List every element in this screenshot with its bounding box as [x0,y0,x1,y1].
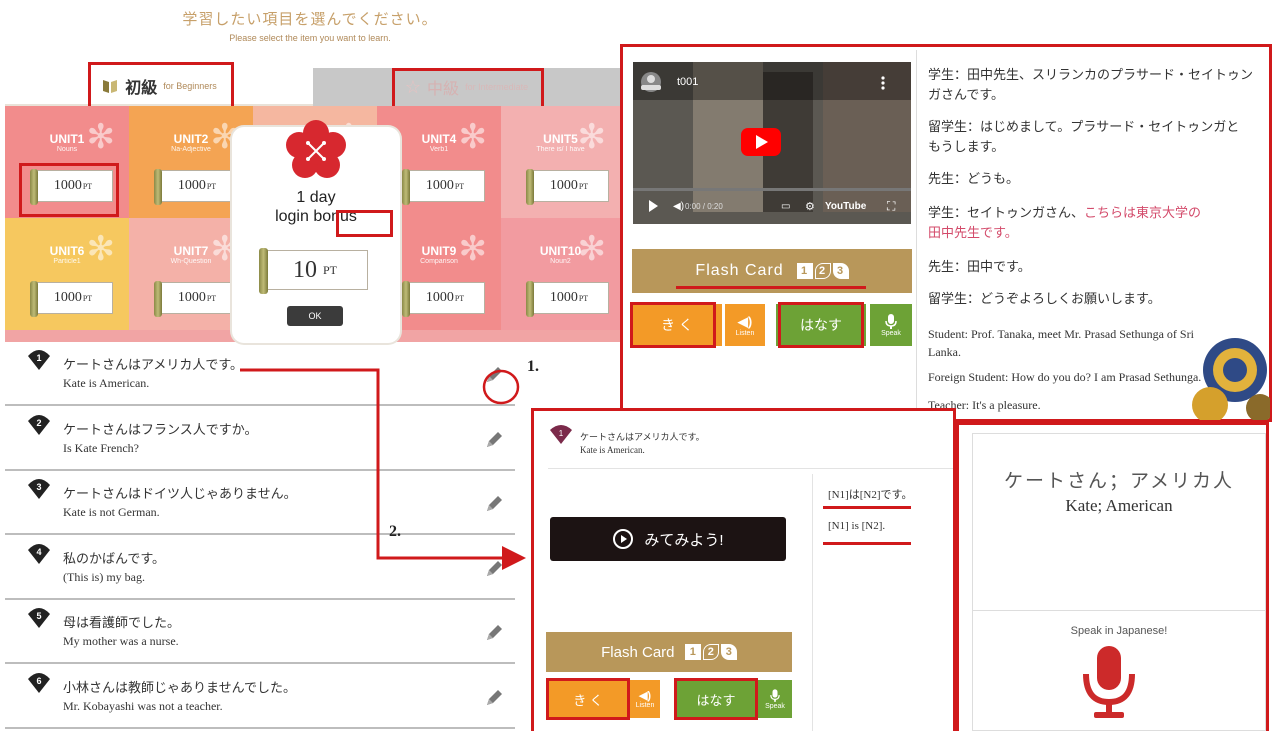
microphone-icon [885,313,897,329]
video-time: 0:00 / 0:20 [685,202,723,211]
dialog-line-jp: ガさんです。 [928,86,1004,104]
flashcard-button-small[interactable]: Flash Card 1 2 3 [546,632,792,672]
dialog-text: ガさんです。 [928,87,1005,102]
fullscreen-icon[interactable]: ⛶ [887,199,895,214]
lesson-sentence-jp: ケートさんはアメリカ人です。 [580,432,705,442]
lesson-sentence-en: Kate is American. [580,445,645,455]
dialog-text: 学生：田中先生、スリランカのプラサード・セイトゥン [928,67,1254,82]
volume-icon[interactable]: ◀︎) [673,201,684,212]
lesson-divider [548,468,953,469]
listen-button[interactable]: ◀︎) Listen [725,304,765,346]
dialog-line-jp: 学生：セイトゥンガさん、こちらは東京大学の [928,204,1201,222]
speaker-icon-small: ◀︎) [638,690,652,702]
dialog-text: 先生：どうも。 [928,171,1020,186]
flashcard-small-num-1: 1 [684,644,701,660]
grammar-pattern-jp: [N1]は[N2]です。 [828,489,913,501]
speak-label: Speak [881,329,901,337]
dialog-line-en: Foreign Student: How do you do? I am Pra… [928,370,1202,384]
flashcard-num-2: 2 [814,263,831,279]
dialog-line-jp: 留学生：はじめまして。プラサード・セイトゥンガと [928,118,1239,136]
listen-label: Listen [735,329,755,337]
dialog-line-en: Lanka. [928,345,961,359]
dialog-text: もうします。 [928,139,1005,154]
gear-icon[interactable]: ⚙ [805,200,815,213]
captions-icon[interactable]: ▭ [781,201,790,212]
dialog-text: 留学生：はじめまして。プラサード・セイトゥンガと [928,119,1240,134]
underline-grammar-jp [823,506,911,509]
dialog-text: 先生：田中です。 [928,259,1031,274]
grammar-pattern-en: [N1] is [N2]. [828,520,886,532]
youtube-logo[interactable]: YouTube [825,201,866,212]
watch-video-label: みてみよう! [644,531,724,549]
kiku-button[interactable]: き く [632,304,722,346]
flashcard-num-3: 3 [832,263,849,279]
sentence-number-icon: 1 [550,425,572,444]
speak-label-small: Speak [765,702,785,710]
speak-prompt: Speak in Japanese! [1070,625,1168,637]
dialog-line-jp: 留学生：どうぞよろしくお願いします。 [928,290,1161,308]
flashcard-small-label: Flash Card [601,643,675,661]
chrysanthemum-decoration [1192,338,1270,420]
dialog-line-jp: 学生：田中先生、スリランカのプラサード・セイトゥン [928,66,1253,84]
flashcard-japanese: ケートさん；アメリカ人 [1003,471,1235,492]
listen-label-small: Listen [635,702,655,709]
dialog-text: 留学生：どうぞよろしくお願いします。 [928,291,1161,306]
underline-grammar-en [823,542,911,545]
underline-flashcard [676,286,866,289]
video-player[interactable]: t001 0:00 / 0:20 ◀︎) ▭ ⚙ YouTube ⛶ [633,62,911,224]
dialog-highlight-text: 田中先生です。 [928,225,1018,240]
dialog-line-jp: 先生：どうも。 [928,170,1019,188]
lesson-vertical-divider [812,474,813,731]
flashcard-small-num-2: 2 [702,644,719,660]
dialog-line-en: Student: Prof. Tanaka, meet Mr. Prasad S… [928,327,1194,341]
speaker-icon: ◀︎) [737,313,753,329]
video-frame [633,62,911,224]
dialog-highlight-text: こちらは東京大学の [1084,205,1202,220]
speak-button[interactable]: Speak [870,304,912,346]
flashcard-english: Kate; American [1065,496,1173,515]
hanasu-button-small[interactable]: はなす [676,680,756,718]
dialog-line-jp: 先生：田中です。 [928,258,1031,276]
dialog-line-jp: 田中先生です。 [928,224,1018,242]
microphone-icon-large[interactable] [1078,644,1140,722]
watch-video-button[interactable]: みてみよう! [550,517,786,561]
flashcard-label: Flash Card [695,262,784,279]
flashcard-divider [972,610,1266,611]
panel-divider [916,50,917,418]
dialog-line-jp: もうします。 [928,138,1004,156]
microphone-icon-small [770,688,780,702]
dialog-text: 学生：セイトゥンガさん、 [928,205,1085,220]
play-circle-icon [613,529,634,549]
listen-button-small[interactable]: ◀︎) Listen [630,680,660,718]
kiku-button-small[interactable]: き く [548,680,628,718]
hanasu-button[interactable]: はなす [776,304,866,346]
flashcard-small-num-3: 3 [720,644,737,660]
speak-button-small[interactable]: Speak [758,680,792,718]
svg-text:1: 1 [559,429,564,438]
video-title: t001 [677,76,699,88]
flashcard-num-1: 1 [796,263,813,279]
